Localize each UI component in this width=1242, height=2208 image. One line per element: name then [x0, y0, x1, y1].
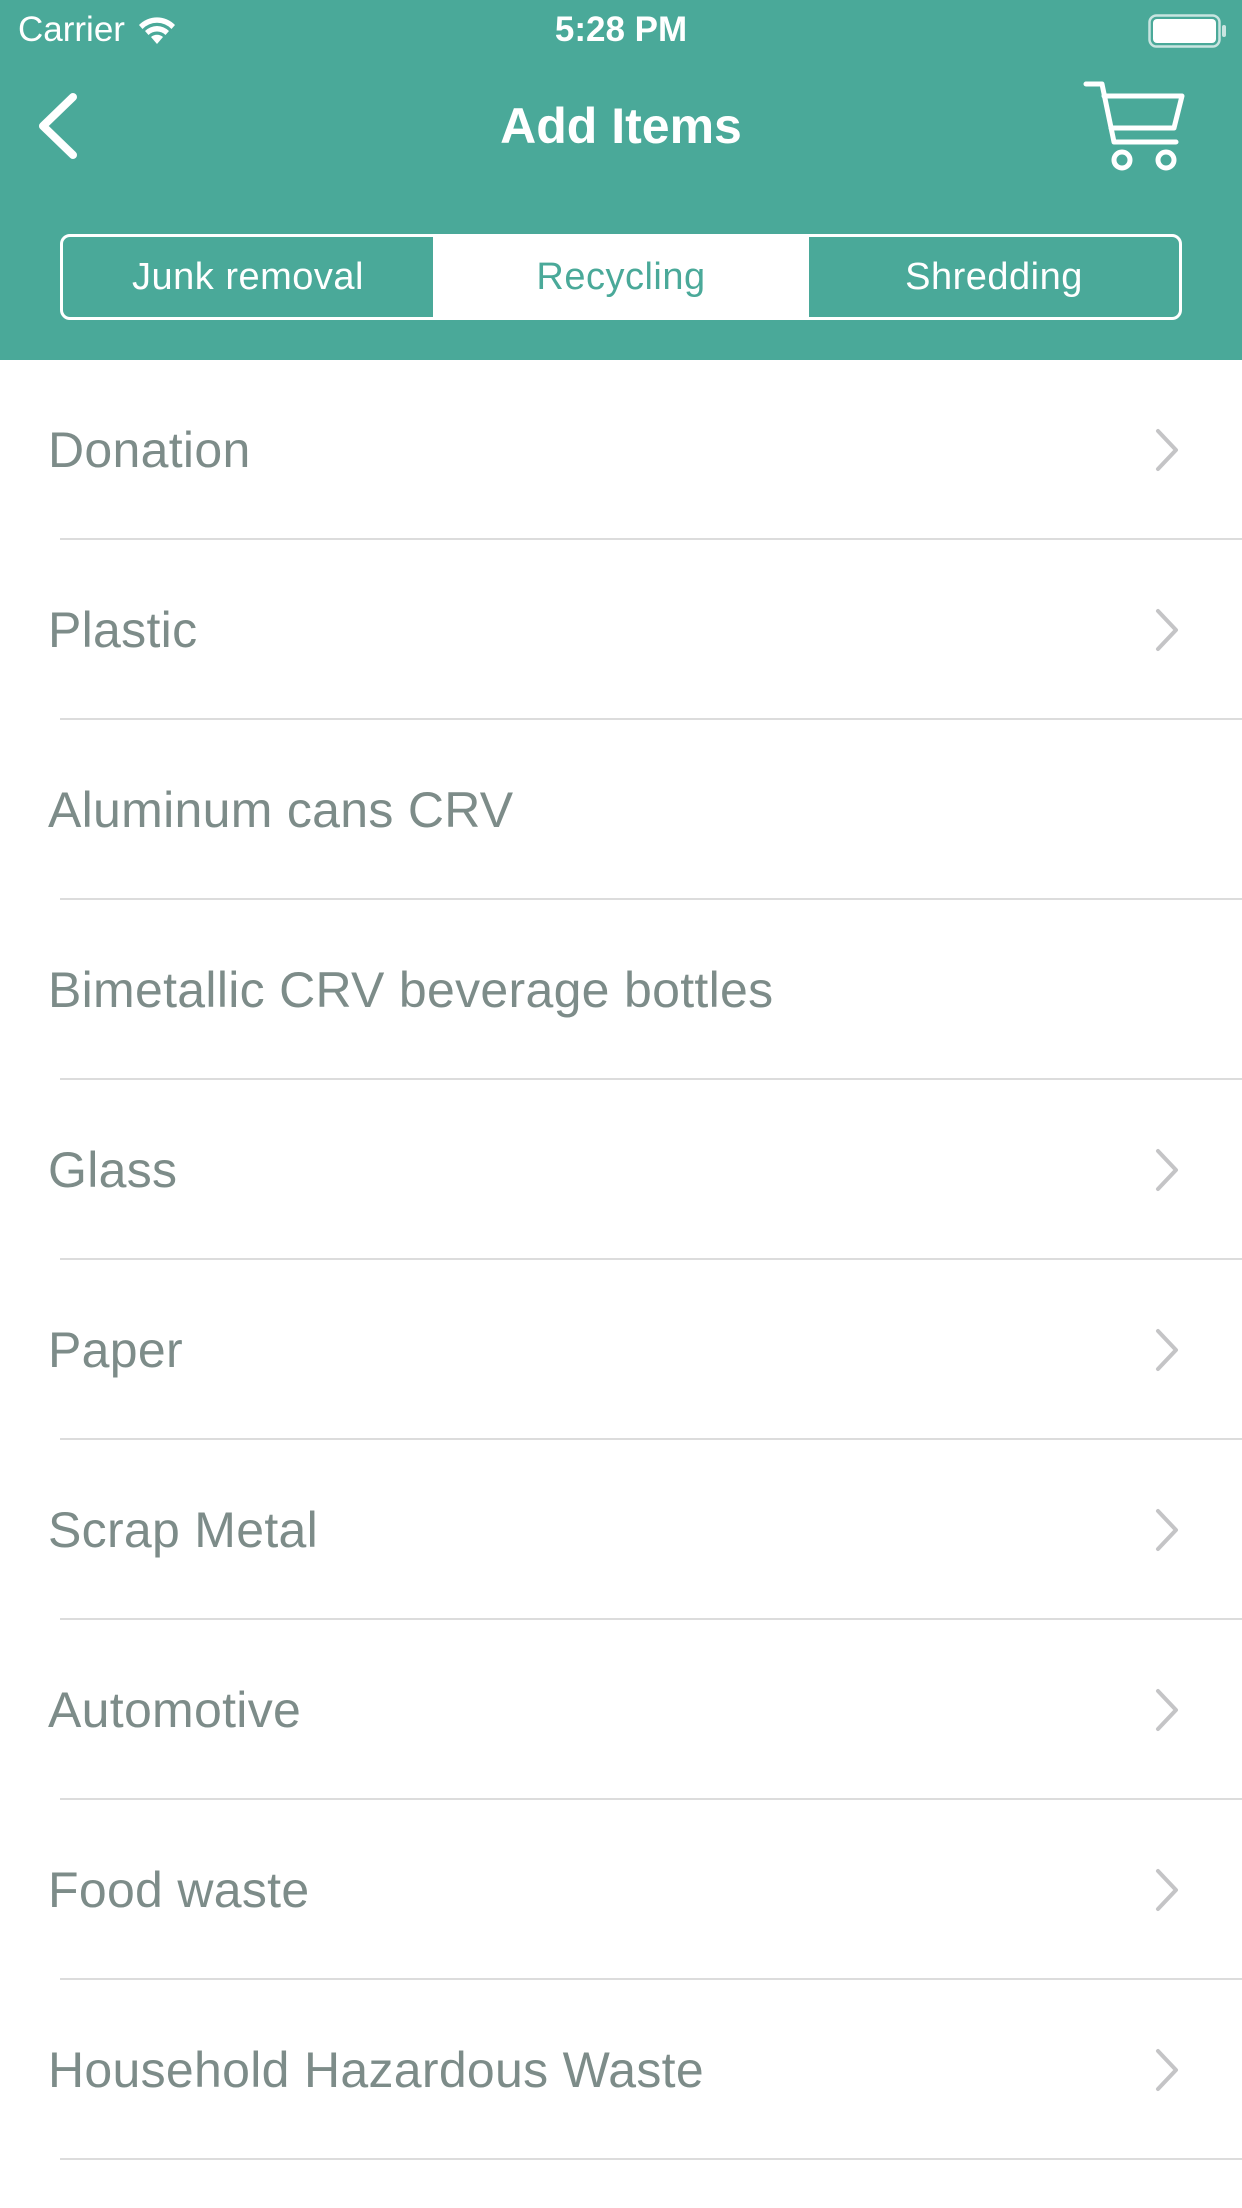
list-item-label: Household Hazardous Waste	[48, 2042, 704, 2098]
item-list: Donation Plastic Aluminum cans CRV Bimet…	[0, 360, 1242, 2160]
segment-recycling[interactable]: Recycling	[436, 237, 809, 317]
list-item-donation[interactable]: Donation	[0, 360, 1242, 540]
list-item-plastic[interactable]: Plastic	[0, 540, 1242, 720]
chevron-right-icon	[1156, 2049, 1178, 2091]
list-item-label: Plastic	[48, 602, 198, 658]
cart-icon[interactable]	[1080, 76, 1190, 176]
list-item-label: Bimetallic CRV beverage bottles	[48, 962, 774, 1018]
chevron-right-icon	[1156, 1329, 1178, 1371]
header: Carrier 5:28 PM Add Items Junk removal R…	[0, 0, 1242, 360]
list-item-label: Automotive	[48, 1682, 302, 1738]
list-item-label: Glass	[48, 1142, 178, 1198]
chevron-right-icon	[1156, 1509, 1178, 1551]
list-item-bimetallic-bottles[interactable]: Bimetallic CRV beverage bottles	[0, 900, 1242, 1080]
chevron-right-icon	[1156, 1869, 1178, 1911]
list-item-label: Paper	[48, 1322, 183, 1378]
list-item-label: Scrap Metal	[48, 1502, 319, 1558]
chevron-right-icon	[1156, 609, 1178, 651]
list-item-automotive[interactable]: Automotive	[0, 1620, 1242, 1800]
list-item-food-waste[interactable]: Food waste	[0, 1800, 1242, 1980]
list-item-label: Aluminum cans CRV	[48, 782, 514, 838]
list-item-glass[interactable]: Glass	[0, 1080, 1242, 1260]
list-item-scrap-metal[interactable]: Scrap Metal	[0, 1440, 1242, 1620]
list-item-label: Donation	[48, 422, 251, 478]
status-time: 5:28 PM	[554, 10, 688, 49]
chevron-right-icon	[1156, 1149, 1178, 1191]
page-title: Add Items	[500, 98, 742, 154]
list-item-paper[interactable]: Paper	[0, 1260, 1242, 1440]
chevron-right-icon	[1156, 1689, 1178, 1731]
list-item-aluminum-cans[interactable]: Aluminum cans CRV	[0, 720, 1242, 900]
segment-junk-removal[interactable]: Junk removal	[63, 237, 436, 317]
status-bar: Carrier 5:28 PM	[0, 0, 1242, 60]
chevron-right-icon	[1156, 429, 1178, 471]
segment-shredding[interactable]: Shredding	[809, 237, 1179, 317]
category-segmented-control: Junk removal Recycling Shredding	[60, 234, 1182, 320]
list-item-label: Food waste	[48, 1862, 310, 1918]
battery-icon	[1148, 14, 1226, 48]
list-item-household-hazardous-waste[interactable]: Household Hazardous Waste	[0, 1980, 1242, 2160]
